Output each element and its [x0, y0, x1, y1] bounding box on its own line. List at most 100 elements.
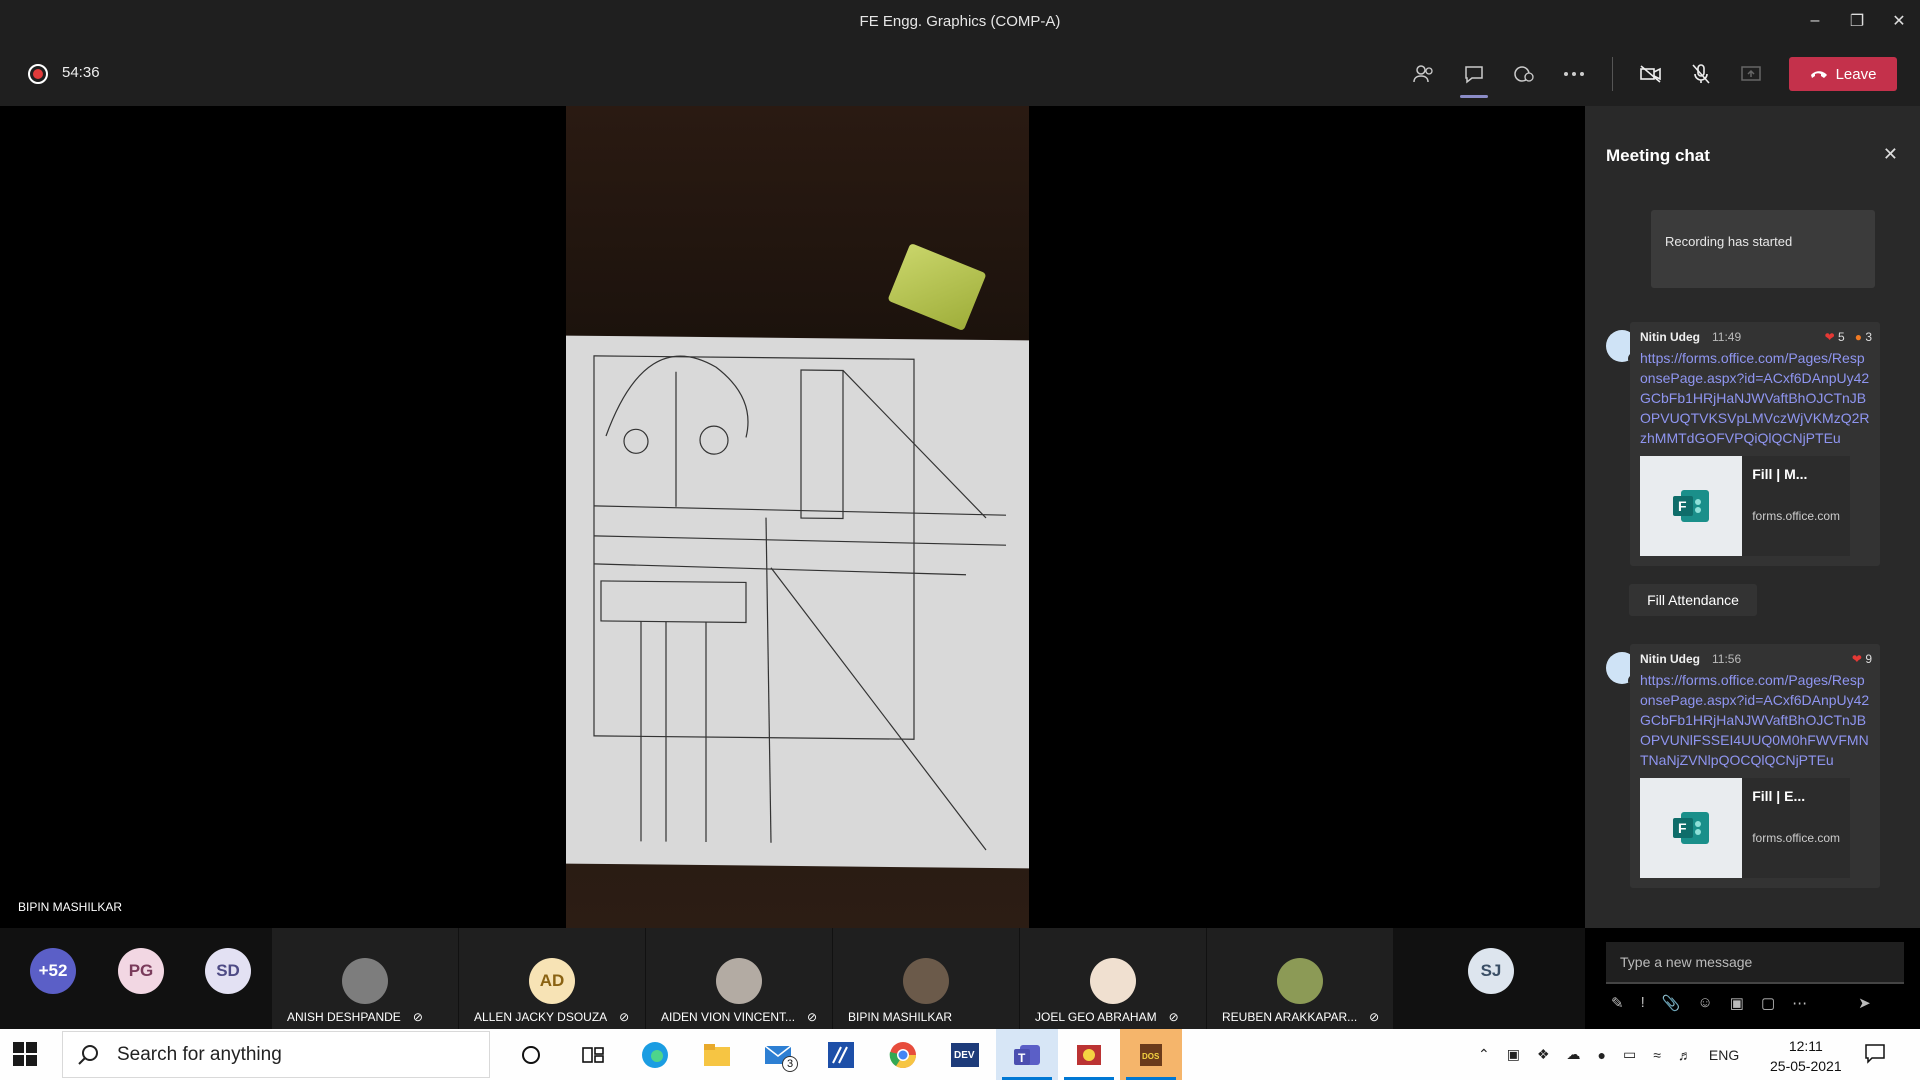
mic-off-icon[interactable]: [1681, 54, 1721, 94]
windows-start-icon[interactable]: [12, 1041, 38, 1072]
chevron-up-icon[interactable]: ⌃: [1478, 1046, 1490, 1063]
participant-name: ANISH DESHPANDE: [287, 1010, 401, 1024]
important-icon[interactable]: !: [1641, 994, 1645, 1012]
message-link[interactable]: https://forms.office.com/Pages/ResponseP…: [1640, 670, 1872, 770]
avatar: [903, 958, 949, 1004]
chat-panel-title: Meeting chat: [1606, 146, 1710, 165]
heart-icon: ❤: [1851, 652, 1862, 666]
message-header: Nitin Udeg 11:49 ❤ 5 ● 3: [1640, 330, 1872, 344]
avatar[interactable]: PG: [118, 948, 164, 994]
participant-tile[interactable]: AIDEN VION VINCENT... ⊘: [646, 928, 832, 1029]
taskbar-search-box[interactable]: Search for anything: [62, 1031, 490, 1078]
mic-muted-icon: ⊘: [807, 1010, 818, 1024]
emoji-icon[interactable]: ☺: [1697, 994, 1712, 1012]
send-icon[interactable]: ➤: [1858, 994, 1871, 1012]
dosbox-icon[interactable]: DOS: [1120, 1029, 1182, 1080]
search-icon: [78, 1044, 98, 1065]
shared-video-feed: [566, 106, 1029, 928]
reactions-icon[interactable]: [1504, 54, 1544, 94]
participant-name: BIPIN MASHILKAR: [848, 1010, 953, 1024]
more-options-icon[interactable]: ⋯: [1792, 994, 1807, 1012]
svg-text:T: T: [1018, 1051, 1026, 1065]
onedrive-icon[interactable]: ☁: [1567, 1046, 1581, 1063]
mic-muted-icon: ⊘: [619, 1010, 630, 1024]
overflow-participants-button[interactable]: +52: [30, 948, 76, 994]
card-source: forms.office.com: [1752, 509, 1840, 523]
angry-icon: ●: [1854, 330, 1862, 344]
attach-icon[interactable]: 📎: [1662, 994, 1681, 1012]
windows-taskbar: Search for anything 3 DEV T DOS ⌃ ▣ ❖ ☁ …: [0, 1029, 1920, 1080]
reactions[interactable]: ❤ 5 ● 3: [1825, 330, 1872, 344]
avatar: [716, 958, 762, 1004]
devcpp-icon[interactable]: DEV: [934, 1029, 996, 1080]
message-link[interactable]: https://forms.office.com/Pages/ResponseP…: [1640, 348, 1872, 448]
share-screen-icon[interactable]: [1731, 54, 1771, 94]
system-tray: ⌃ ▣ ❖ ☁ ● ▭ ≈ ♬ ENG: [1478, 1029, 1739, 1080]
close-window-icon[interactable]: ✕: [1878, 0, 1920, 42]
snipping-tool-icon[interactable]: [1058, 1029, 1120, 1080]
chrome-icon[interactable]: [872, 1029, 934, 1080]
message-header: Nitin Udeg 11:56 ❤ 9: [1640, 652, 1872, 666]
edge-browser-icon[interactable]: [624, 1029, 686, 1080]
notifications-icon[interactable]: [1863, 1041, 1887, 1070]
message-bubble: Nitin Udeg 11:49 ❤ 5 ● 3 https://forms.o…: [1630, 322, 1880, 566]
meeting-timer: 54:36: [62, 64, 100, 81]
eraser-image: [887, 242, 987, 332]
taskbar-clock[interactable]: 12:11 25-05-2021: [1770, 1036, 1842, 1076]
card-body: Fill | M... forms.office.com: [1742, 456, 1850, 556]
microphone-icon[interactable]: ●: [1598, 1047, 1606, 1063]
participant-name: REUBEN ARAKKAPAR...: [1222, 1010, 1358, 1024]
format-icon[interactable]: ✎: [1611, 994, 1624, 1012]
sticker-icon[interactable]: ▢: [1761, 994, 1775, 1012]
message-bubble: Nitin Udeg 11:56 ❤ 9 https://forms.offic…: [1630, 644, 1880, 888]
video-stage: BIPIN MASHILKAR: [4, 106, 1584, 928]
participant-tile[interactable]: BIPIN MASHILKAR: [833, 928, 1019, 1029]
language-indicator[interactable]: ENG: [1709, 1047, 1739, 1063]
teams-icon[interactable]: T: [996, 1029, 1058, 1080]
participant-name: JOEL GEO ABRAHAM: [1035, 1010, 1157, 1024]
fill-attendance-chip[interactable]: Fill Attendance: [1629, 584, 1757, 616]
cortana-icon[interactable]: [500, 1029, 562, 1080]
mail-icon[interactable]: 3: [748, 1029, 810, 1080]
clock-time: 12:11: [1788, 1038, 1823, 1054]
message-input[interactable]: Type a new message: [1606, 942, 1904, 984]
leave-button[interactable]: Leave: [1789, 57, 1897, 91]
app-icon[interactable]: [810, 1029, 872, 1080]
reaction-count: 9: [1865, 652, 1872, 666]
participant-tile[interactable]: REUBEN ARAKKAPAR... ⊘: [1207, 928, 1393, 1029]
mic-muted-icon: ⊘: [1369, 1010, 1380, 1024]
search-placeholder: Search for anything: [117, 1043, 282, 1065]
reactions[interactable]: ❤ 9: [1852, 652, 1872, 666]
minimize-icon[interactable]: –: [1794, 0, 1836, 42]
restore-icon[interactable]: ❐: [1836, 0, 1878, 42]
clock-date: 25-05-2021: [1770, 1058, 1842, 1074]
camera-icon[interactable]: ▣: [1507, 1046, 1520, 1063]
avatar: [1277, 958, 1323, 1004]
avatar: [342, 958, 388, 1004]
dropbox-icon[interactable]: ❖: [1537, 1046, 1550, 1063]
file-explorer-icon[interactable]: [686, 1029, 748, 1080]
participant-tile[interactable]: ANISH DESHPANDE ⊘: [272, 928, 458, 1029]
wifi-icon[interactable]: ≈: [1653, 1047, 1661, 1063]
battery-icon[interactable]: ▭: [1623, 1046, 1636, 1063]
participant-tile[interactable]: JOEL GEO ABRAHAM ⊘: [1020, 928, 1206, 1029]
meeting-toolbar: 54:36 Leave: [0, 42, 1920, 106]
volume-icon[interactable]: ♬: [1678, 1047, 1692, 1063]
task-view-icon[interactable]: [562, 1029, 624, 1080]
more-actions-icon[interactable]: [1554, 54, 1594, 94]
card-source: forms.office.com: [1752, 831, 1840, 845]
svg-text:F: F: [1678, 498, 1687, 514]
link-preview-card[interactable]: F Fill | E... forms.office.com: [1640, 778, 1850, 878]
avatar[interactable]: SD: [205, 948, 251, 994]
participant-tile[interactable]: AD ALLEN JACKY DSOUZA ⊘: [459, 928, 645, 1029]
avatar: [1090, 958, 1136, 1004]
participants-icon[interactable]: [1404, 54, 1444, 94]
forms-logo-icon: F: [1640, 778, 1743, 878]
heart-icon: ❤: [1824, 330, 1835, 344]
close-chat-icon[interactable]: ✕: [1883, 144, 1898, 165]
link-preview-card[interactable]: F Fill | M... forms.office.com: [1640, 456, 1850, 556]
camera-off-icon[interactable]: [1631, 54, 1671, 94]
avatar[interactable]: SJ: [1468, 948, 1514, 994]
chat-icon[interactable]: [1454, 54, 1494, 98]
gif-icon[interactable]: ▣: [1730, 994, 1744, 1012]
